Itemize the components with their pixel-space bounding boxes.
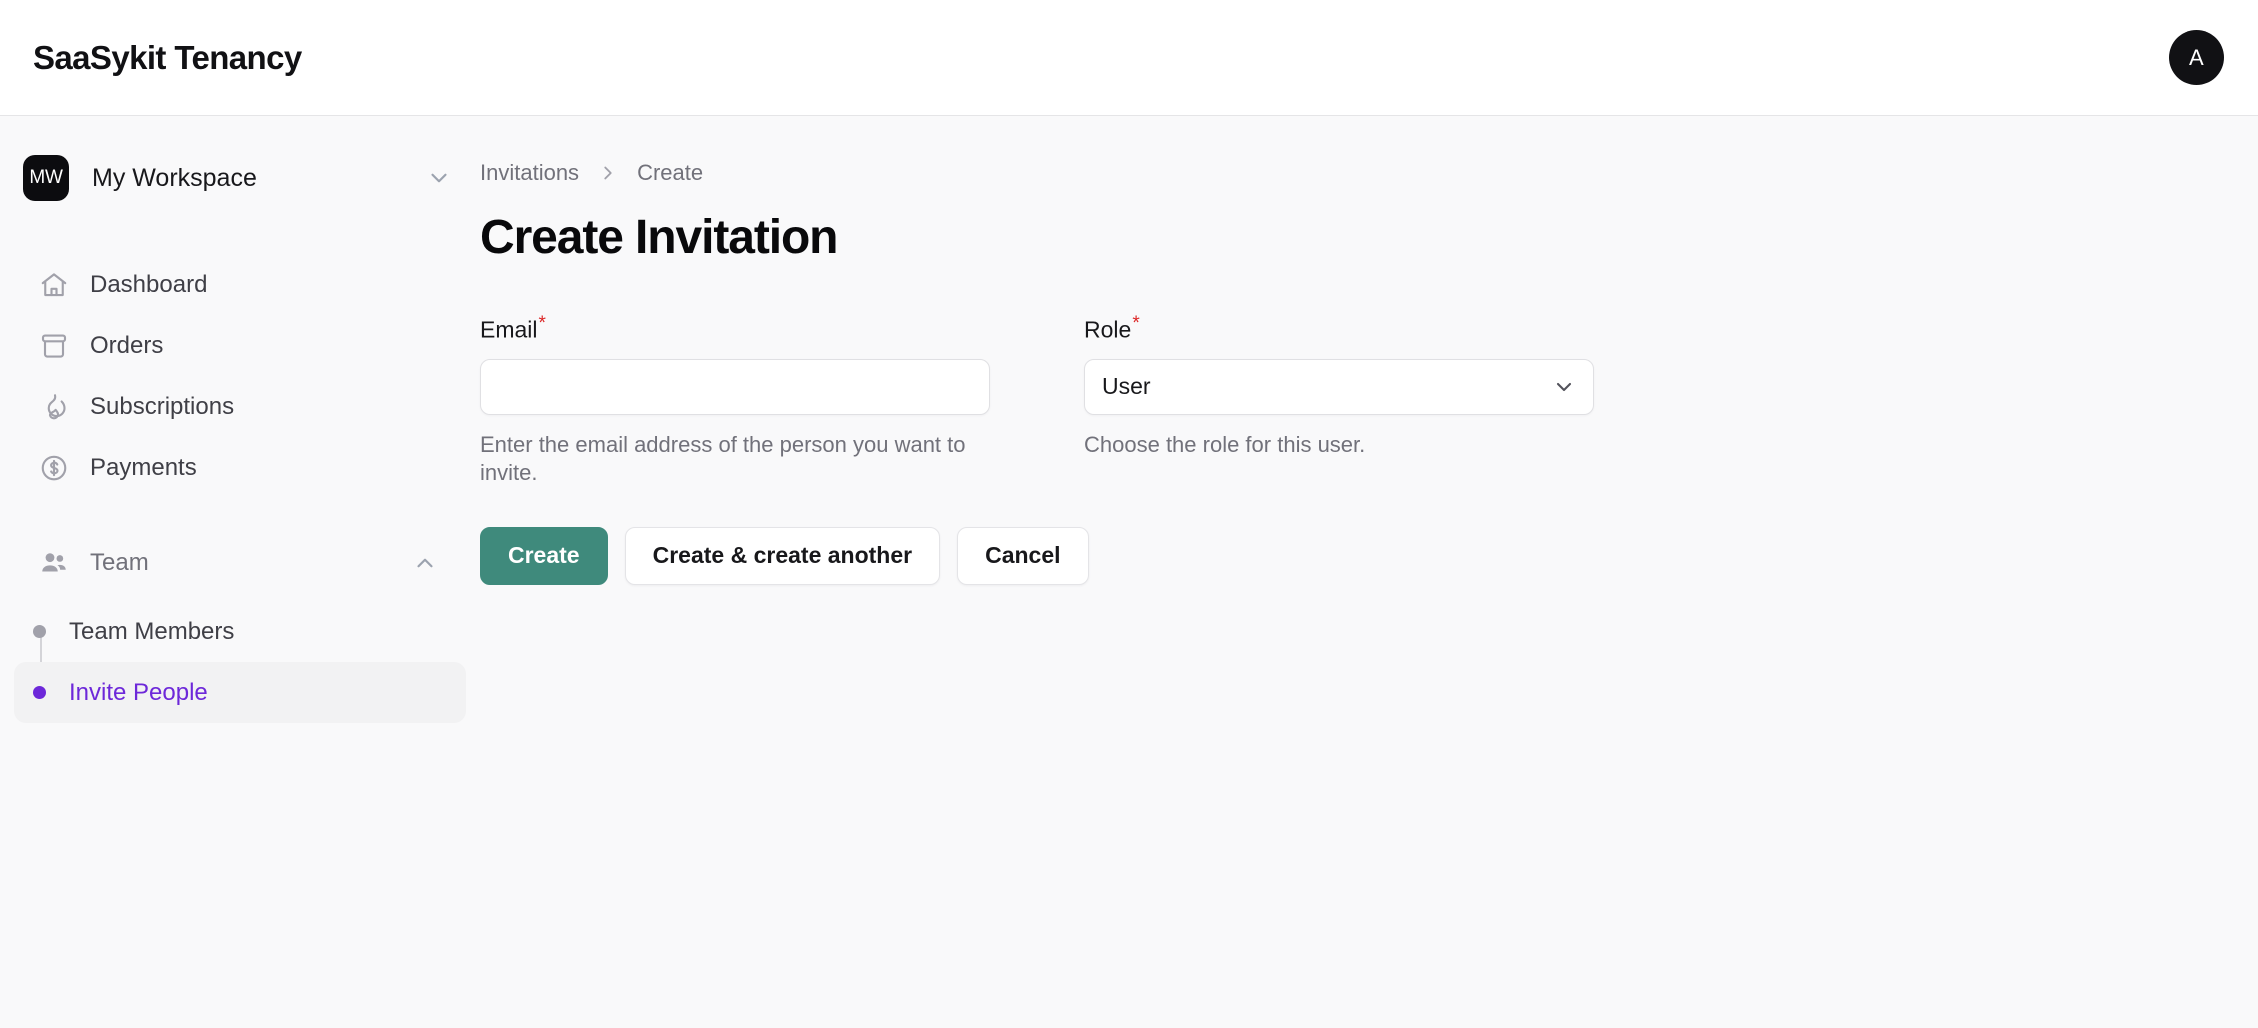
sidebar-subnav-team: Team Members Invite People	[0, 601, 480, 723]
breadcrumb-current: Create	[637, 160, 704, 185]
home-icon	[37, 268, 71, 302]
archive-box-icon	[37, 329, 71, 363]
email-label: Email*	[480, 313, 546, 344]
role-hint: Choose the role for this user.	[1084, 431, 1366, 457]
sidebar-item-label: Dashboard	[90, 270, 208, 298]
role-select[interactable]: User	[1084, 358, 1594, 415]
chevron-up-icon[interactable]	[412, 550, 438, 576]
top-header: SaaSykit Tenancy A	[0, 0, 2258, 116]
breadcrumb: Invitations Create	[480, 158, 2216, 188]
user-avatar[interactable]: A	[2169, 30, 2224, 85]
sidebar: MW My Workspace Dashboard Orders Subscri…	[0, 116, 480, 1028]
sidebar-item-label: Orders	[90, 331, 164, 359]
role-select-value: User	[1102, 373, 1151, 400]
role-label-text: Role	[1084, 316, 1132, 343]
users-icon	[37, 546, 71, 580]
sidebar-item-payments[interactable]: Payments	[14, 437, 466, 498]
field-email: Email* Enter the email address of the pe…	[480, 313, 990, 487]
sidebar-subitem-label: Invite People	[69, 678, 208, 706]
sidebar-item-label: Subscriptions	[90, 392, 235, 420]
workspace-avatar: MW	[23, 155, 69, 201]
sidebar-item-invite-people[interactable]: Invite People	[14, 662, 466, 723]
sidebar-item-label: Payments	[90, 453, 197, 481]
chevron-down-icon	[1552, 375, 1576, 399]
workspace-switcher[interactable]: MW My Workspace	[0, 140, 480, 216]
fire-icon	[37, 390, 71, 424]
cancel-button[interactable]: Cancel	[957, 526, 1089, 585]
create-and-create-another-button[interactable]: Create & create another	[624, 526, 941, 585]
chevron-right-icon	[597, 162, 619, 184]
email-input[interactable]	[480, 358, 990, 415]
page-title: Create Invitation	[480, 211, 838, 264]
required-asterisk: *	[1132, 313, 1140, 334]
form-actions: Create Create & create another Cancel	[480, 526, 2216, 585]
role-select-wrapper: User	[1084, 358, 1594, 415]
sidebar-item-subscriptions[interactable]: Subscriptions	[14, 376, 466, 437]
app-brand-title: SaaSykit Tenancy	[33, 38, 302, 76]
workspace-name: My Workspace	[92, 163, 257, 192]
required-asterisk: *	[538, 313, 546, 334]
create-button[interactable]: Create	[480, 526, 608, 585]
field-role: Role* User Choose the role for this user…	[1084, 313, 1594, 487]
sidebar-item-dashboard[interactable]: Dashboard	[14, 254, 466, 315]
sidebar-subitem-label: Team Members	[69, 617, 235, 645]
breadcrumb-link-invitations[interactable]: Invitations	[480, 160, 579, 186]
role-label: Role*	[1084, 313, 1140, 344]
email-hint: Enter the email address of the person yo…	[480, 431, 966, 485]
bullet-dot-icon	[33, 686, 46, 699]
avatar-initial: A	[2189, 44, 2204, 70]
bullet-dot-icon	[33, 625, 46, 638]
email-label-text: Email	[480, 316, 538, 343]
sidebar-nav: Dashboard Orders Subscriptions Payments	[0, 254, 480, 723]
app-body: MW My Workspace Dashboard Orders Subscri…	[0, 116, 2258, 1028]
create-invitation-form: Email* Enter the email address of the pe…	[480, 313, 2020, 487]
main-content: Invitations Create Create Invitation Ema…	[480, 116, 2258, 1028]
sidebar-group-team[interactable]: Team	[14, 532, 466, 593]
chevron-down-icon	[426, 165, 452, 191]
sidebar-group-label: Team	[90, 548, 149, 576]
sidebar-item-team-members[interactable]: Team Members	[14, 601, 466, 662]
workspace-initials: MW	[29, 167, 63, 188]
currency-dollar-icon	[37, 451, 71, 485]
sidebar-item-orders[interactable]: Orders	[14, 315, 466, 376]
